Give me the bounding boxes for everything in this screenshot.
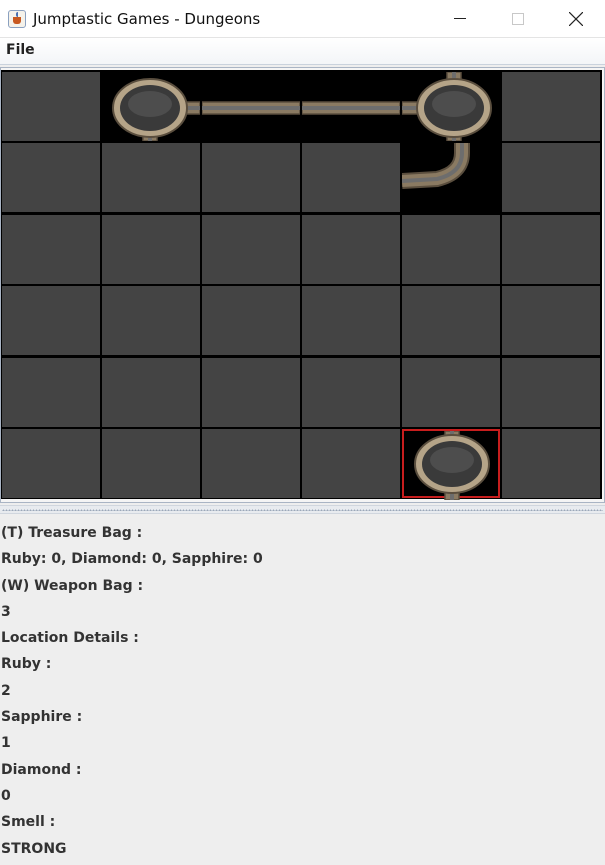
weapon-bag-value: 3 <box>1 603 11 620</box>
smell-value: STRONG <box>1 840 67 857</box>
tile-graphic <box>402 71 492 141</box>
treasure-bag-label: (T) Treasure Bag : <box>1 525 143 541</box>
window-title: Jumptastic Games - Dungeons <box>33 10 261 28</box>
visited-dungeon-tile[interactable] <box>402 143 500 212</box>
java-cup-icon <box>8 10 26 28</box>
unexplored-tile[interactable] <box>302 214 400 284</box>
title-bar[interactable]: Jumptastic Games - Dungeons <box>0 0 605 38</box>
menu-file[interactable]: File <box>6 42 35 58</box>
unexplored-tile[interactable] <box>202 143 300 212</box>
treasure-bag-value: Ruby: 0, Diamond: 0, Sapphire: 0 <box>1 551 263 568</box>
minimize-icon <box>454 18 466 19</box>
sapphire-label: Sapphire : <box>1 709 83 726</box>
visited-dungeon-tile[interactable] <box>202 71 300 141</box>
visited-dungeon-tile[interactable] <box>102 71 200 141</box>
weapon-bag-label: (W) Weapon Bag : <box>1 577 144 594</box>
unexplored-tile[interactable] <box>502 286 600 355</box>
diamond-label: Diamond : <box>1 761 82 778</box>
unexplored-tile[interactable] <box>102 357 200 427</box>
unexplored-tile[interactable] <box>102 214 200 284</box>
tile-graphic <box>302 100 400 115</box>
tile-graphic <box>202 100 300 115</box>
split-pane-divider[interactable] <box>0 505 605 514</box>
close-button[interactable] <box>547 0 605 38</box>
tile-graphic <box>414 431 490 500</box>
unexplored-tile[interactable] <box>402 286 500 355</box>
unexplored-tile[interactable] <box>502 71 600 141</box>
splitter-grip-icon <box>2 509 603 511</box>
unexplored-tile[interactable] <box>2 429 100 498</box>
diamond-value: 0 <box>1 787 11 804</box>
visited-dungeon-tile[interactable] <box>302 71 400 141</box>
unexplored-tile[interactable] <box>302 143 400 212</box>
maximize-icon <box>512 13 524 25</box>
maximize-button[interactable] <box>489 0 547 38</box>
unexplored-tile[interactable] <box>102 286 200 355</box>
unexplored-tile[interactable] <box>2 143 100 212</box>
unexplored-tile[interactable] <box>202 357 300 427</box>
info-panel: (T) Treasure Bag : Ruby: 0, Diamond: 0, … <box>1 522 601 864</box>
unexplored-tile[interactable] <box>2 71 100 141</box>
ruby-label: Ruby : <box>1 656 52 673</box>
close-icon <box>569 12 583 26</box>
location-details-label: Location Details : <box>1 630 139 647</box>
unexplored-tile[interactable] <box>102 429 200 498</box>
unexplored-tile[interactable] <box>2 357 100 427</box>
unexplored-tile[interactable] <box>102 143 200 212</box>
unexplored-tile[interactable] <box>202 429 300 498</box>
ruby-value: 2 <box>1 682 11 699</box>
menu-bar: File <box>0 38 605 65</box>
sapphire-value: 1 <box>1 735 11 752</box>
unexplored-tile[interactable] <box>502 143 600 212</box>
tile-graphic <box>402 143 470 189</box>
unexplored-tile[interactable] <box>202 286 300 355</box>
current-location-tile[interactable] <box>402 429 500 500</box>
smell-label: Smell : <box>1 814 56 831</box>
unexplored-tile[interactable] <box>202 214 300 284</box>
unexplored-tile[interactable] <box>502 429 600 498</box>
minimize-button[interactable] <box>431 0 489 38</box>
unexplored-tile[interactable] <box>302 357 400 427</box>
unexplored-tile[interactable] <box>302 286 400 355</box>
unexplored-tile[interactable] <box>302 429 400 498</box>
unexplored-tile[interactable] <box>402 214 500 284</box>
dungeon-grid <box>1 70 602 500</box>
unexplored-tile[interactable] <box>502 214 600 284</box>
unexplored-tile[interactable] <box>2 286 100 355</box>
unexplored-tile[interactable] <box>502 357 600 427</box>
visited-dungeon-tile[interactable] <box>402 71 500 141</box>
unexplored-tile[interactable] <box>402 357 500 427</box>
unexplored-tile[interactable] <box>2 214 100 284</box>
tile-graphic <box>112 77 200 141</box>
